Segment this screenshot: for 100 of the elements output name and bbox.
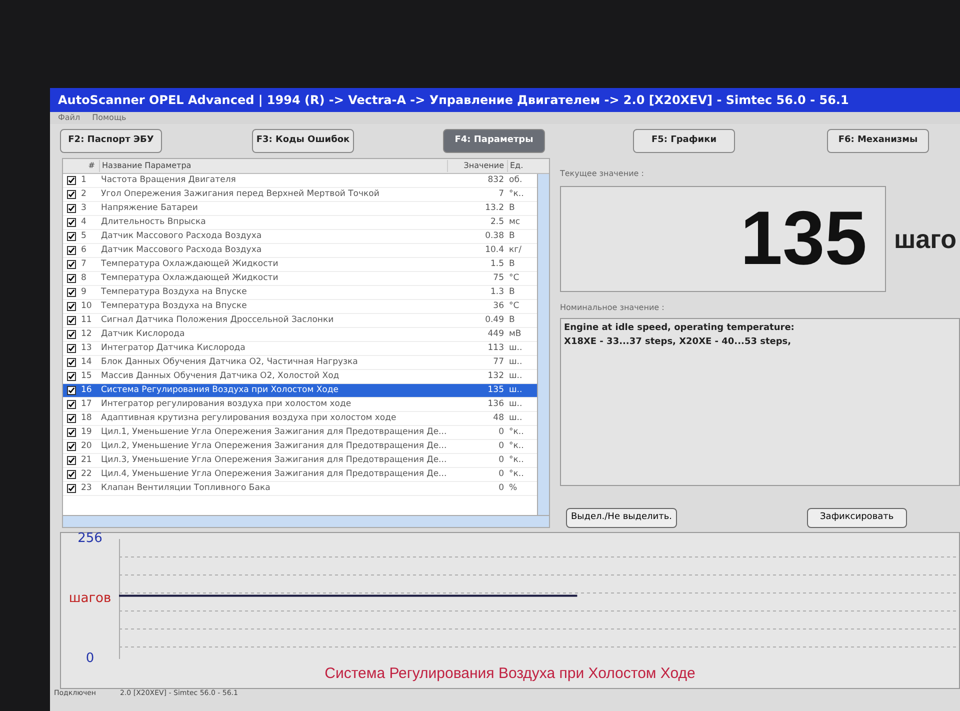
menu-item[interactable]: Помощь — [92, 112, 126, 124]
parameter-name: Датчик Массового Расхода Воздуха — [100, 230, 263, 243]
fix-button[interactable]: Зафиксировать — [807, 508, 907, 528]
checkbox[interactable] — [66, 372, 76, 381]
table-row[interactable]: 8 Температура Охлаждающей Жидкости 75 °C — [63, 272, 537, 286]
table-row[interactable]: 4 Длительность Впрыска 2.5 мс — [63, 216, 537, 230]
checkbox[interactable] — [66, 190, 76, 199]
checkbox[interactable] — [66, 442, 76, 451]
row-number: 9 — [80, 286, 88, 299]
parameter-name: Блок Данных Обучения Датчика O2, Частичная Нагрузка — [100, 356, 359, 369]
table-row[interactable]: 10 Температура Воздуха на Впуске 36 °C — [63, 300, 537, 314]
nominal-value-box: Engine at idle speed, operating temperature: X18XE - 33...37 steps, X20XE - 40...53 steps, — [560, 318, 960, 486]
checkbox[interactable] — [66, 218, 76, 227]
current-value-label: Текущее значение : — [560, 168, 645, 180]
parameter-value: 135 — [486, 384, 505, 397]
row-number: 2 — [80, 188, 88, 201]
horizontal-scrollbar[interactable] — [63, 515, 549, 527]
parameter-unit: В — [508, 258, 516, 271]
parameter-value: 0.38 — [484, 230, 505, 243]
row-number: 3 — [80, 202, 88, 215]
parameter-value: 0 — [498, 426, 505, 439]
table-row[interactable]: 14 Блок Данных Обучения Датчика O2, Частичная Нагрузка 77 ш.. — [63, 356, 537, 370]
checkbox[interactable] — [66, 344, 76, 353]
checkbox[interactable] — [66, 456, 76, 465]
table-row[interactable]: 19 Цил.1, Уменьшение Угла Опережения Зажигания для Предотвращения Де... 0 °к.. — [63, 426, 537, 440]
table-row[interactable]: 21 Цил.3, Уменьшение Угла Опережения Зажигания для Предотвращения Де... 0 °к.. — [63, 454, 537, 468]
checkbox[interactable] — [66, 302, 76, 311]
select-toggle-button[interactable]: Выдел./Не выделить. — [566, 508, 678, 528]
row-number: 11 — [80, 314, 93, 327]
checkbox[interactable] — [66, 246, 76, 255]
table-row[interactable]: 22 Цил.4, Уменьшение Угла Опережения Зажигания для Предотвращения Де... 0 °к.. — [63, 468, 537, 482]
parameter-name: Система Регулирования Воздуха при Холостом Ходе — [100, 384, 340, 397]
parameter-unit: В — [508, 314, 516, 327]
checkbox[interactable] — [66, 414, 76, 423]
tab[interactable]: F3: Коды Ошибок — [252, 129, 354, 153]
row-number: 22 — [80, 468, 93, 481]
table-row[interactable]: 17 Интегратор регулирования воздуха при холостом ходе 136 ш.. — [63, 398, 537, 412]
table-row[interactable]: 7 Температура Охлаждающей Жидкости 1.5 В — [63, 258, 537, 272]
parameter-unit: °к.. — [508, 440, 525, 453]
table-row[interactable]: 6 Датчик Массового Расхода Воздуха 10.4 кг/ — [63, 244, 537, 258]
parameter-name: Датчик Массового Расхода Воздуха — [100, 244, 263, 257]
table-row[interactable]: 3 Напряжение Батареи 13.2 В — [63, 202, 537, 216]
checkbox[interactable] — [66, 330, 76, 339]
table-row[interactable]: 5 Датчик Массового Расхода Воздуха 0.38 В — [63, 230, 537, 244]
parameter-name: Температура Воздуха на Впуске — [100, 300, 248, 313]
table-row[interactable]: 16 Система Регулирования Воздуха при Холостом Ходе 135 ш.. — [63, 384, 537, 398]
parameter-unit: об. — [508, 174, 524, 187]
tab[interactable]: F6: Механизмы — [827, 129, 929, 153]
table-row[interactable]: 1 Частота Вращения Двигателя 832 об. — [63, 174, 537, 188]
parameter-value: 0 — [498, 482, 505, 495]
checkbox[interactable] — [66, 176, 76, 185]
row-number: 7 — [80, 258, 88, 271]
checkbox[interactable] — [66, 232, 76, 241]
checkbox[interactable] — [66, 204, 76, 213]
menu-item[interactable]: Файл — [58, 112, 80, 124]
table-row[interactable]: 13 Интегратор Датчика Кислорода 113 ш.. — [63, 342, 537, 356]
checkbox[interactable] — [66, 400, 76, 409]
table-row[interactable]: 9 Температура Воздуха на Впуске 1.3 В — [63, 286, 537, 300]
checkbox[interactable] — [66, 260, 76, 269]
checkbox[interactable] — [66, 358, 76, 367]
parameter-value: 113 — [486, 342, 505, 355]
vertical-scrollbar[interactable] — [537, 174, 549, 515]
parameter-value: 77 — [492, 356, 505, 369]
parameter-unit: °к.. — [508, 426, 525, 439]
table-row[interactable]: 18 Адаптивная крутизна регулирования воздуха при холостом ходе 48 ш.. — [63, 412, 537, 426]
column-header: # — [87, 160, 96, 172]
row-number: 6 — [80, 244, 88, 257]
parameter-value: 7 — [498, 188, 505, 201]
parameter-value: 2.5 — [489, 216, 505, 229]
checkbox[interactable] — [66, 470, 76, 479]
checkbox[interactable] — [66, 316, 76, 325]
parameter-unit: °к.. — [508, 468, 525, 481]
tab[interactable]: F5: Графики — [633, 129, 735, 153]
parameter-unit: В — [508, 230, 516, 243]
parameter-unit: кг/ — [508, 244, 522, 257]
table-row[interactable]: 11 Сигнал Датчика Положения Дроссельной Заслонки 0.49 В — [63, 314, 537, 328]
row-number: 20 — [80, 440, 93, 453]
table-row[interactable]: 12 Датчик Кислорода 449 мВ — [63, 328, 537, 342]
y-axis-label: шагов — [68, 591, 112, 607]
parameter-value: 0.49 — [484, 314, 505, 327]
table-row[interactable]: 23 Клапан Вентиляции Топливного Бака 0 % — [63, 482, 537, 496]
table-row[interactable]: 2 Угол Опережения Зажигания перед Верхней Мертвой Точкой 7 °к.. — [63, 188, 537, 202]
checkbox[interactable] — [66, 484, 76, 493]
checkbox[interactable] — [66, 288, 76, 297]
value-display: 135 — [560, 186, 886, 292]
parameter-name: Длительность Впрыска — [100, 216, 207, 229]
tab[interactable]: F4: Параметры — [443, 129, 545, 153]
parameter-value: 832 — [486, 174, 505, 187]
parameter-name: Температура Воздуха на Впуске — [100, 286, 248, 299]
table-row[interactable]: 20 Цил.2, Уменьшение Угла Опережения Зажигания для Предотвращения Де... 0 °к.. — [63, 440, 537, 454]
parameter-value: 132 — [486, 370, 505, 383]
column-header: Значение — [447, 160, 507, 172]
checkbox[interactable] — [66, 274, 76, 283]
parameter-unit: ш.. — [508, 356, 524, 369]
unit-label: шаго — [894, 222, 956, 256]
tab[interactable]: F2: Паспорт ЭБУ — [60, 129, 162, 153]
parameter-name: Датчик Кислорода — [100, 328, 186, 341]
checkbox[interactable] — [66, 428, 76, 437]
parameter-unit: % — [508, 482, 518, 495]
checkbox[interactable] — [66, 386, 76, 395]
